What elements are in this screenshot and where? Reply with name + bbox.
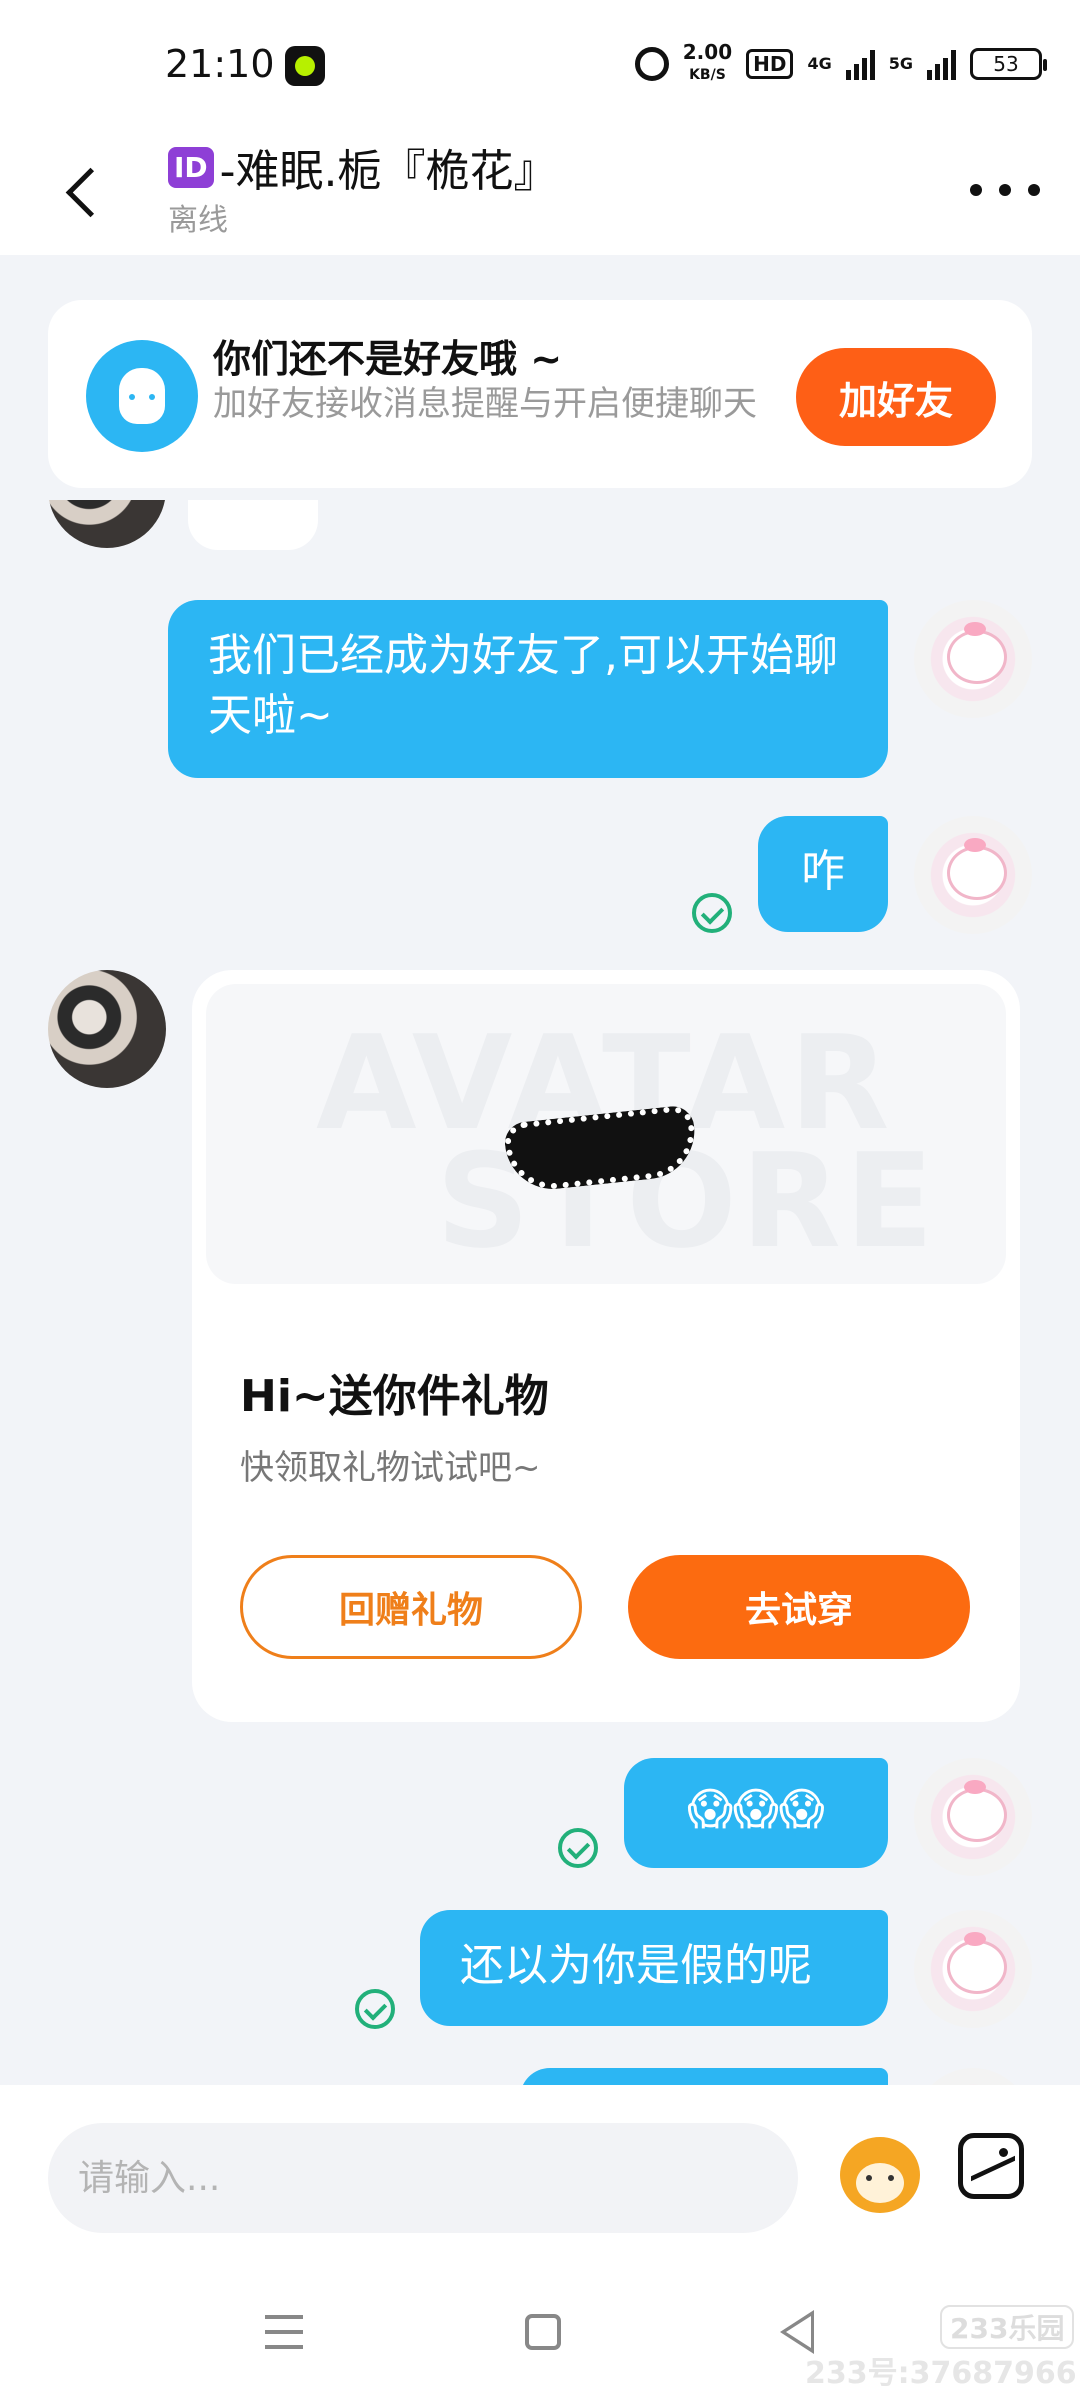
watermark-logo: 233乐园 (940, 2305, 1075, 2349)
message-bubble[interactable]: 😱😱😱 (624, 1758, 888, 1868)
gift-image: AVATAR STORE (206, 984, 1006, 1284)
banner-description: 加好友接收消息提醒与开启便捷聊天 (213, 384, 757, 424)
my-avatar[interactable] (914, 1910, 1032, 2028)
message-bubble[interactable]: 还以为你是假的呢 (420, 1910, 888, 2026)
signal-5g-label: 5G (888, 54, 913, 73)
message-bubble-partial (188, 500, 318, 550)
return-gift-button[interactable]: 回赠礼物 (240, 1555, 582, 1659)
read-check-icon (355, 1989, 395, 2029)
more-options-button[interactable] (970, 170, 1040, 210)
chat-title: ID -难眠.栀『桅花』 (168, 135, 558, 199)
net-speed: 2.00 KB/S (683, 42, 732, 85)
battery-icon: 53 (970, 47, 1047, 80)
gift-card[interactable]: AVATAR STORE Hi~送你件礼物 快领取礼物试试吧~ 回赠礼物 去试穿 (192, 970, 1020, 1722)
app-notification-icon (285, 46, 325, 86)
chat-header: ID -难眠.栀『桅花』 离线 (0, 130, 1080, 255)
home-icon[interactable] (525, 2314, 561, 2350)
image-icon[interactable] (958, 2133, 1024, 2199)
menu-icon[interactable] (265, 2315, 303, 2349)
banner-title: 你们还不是好友哦 ~ (213, 337, 563, 381)
status-time: 21:10 (165, 42, 275, 86)
my-avatar[interactable] (914, 600, 1032, 718)
message-input[interactable] (48, 2123, 798, 2233)
signal-4g-label: 4G (807, 54, 832, 73)
message-bubble[interactable]: 咋 (758, 816, 888, 932)
system-nav-bar: 233乐园 233号:37687966 (0, 2270, 1080, 2400)
hd-icon: HD (746, 48, 794, 79)
contact-name: -难眠.栀『桅花』 (219, 146, 558, 197)
my-avatar[interactable] (914, 816, 1032, 934)
contact-avatar[interactable] (48, 970, 166, 1088)
alarm-icon (634, 46, 669, 81)
signal-icon (845, 48, 875, 80)
online-status: 离线 (168, 203, 228, 238)
message-list[interactable]: 我们已经成为好友了,可以开始聊天啦~ 咋 AVATAR STORE Hi~送你件… (0, 500, 1080, 2085)
id-icon: ID (168, 146, 214, 188)
my-avatar[interactable] (914, 1758, 1032, 1876)
message-bubble-partial[interactable] (520, 2068, 888, 2085)
net-speed-value: 2.00 (682, 40, 733, 64)
wave-hand-icon (86, 340, 198, 452)
watermark-text: 233号:37687966 (805, 2356, 1077, 2391)
try-on-button[interactable]: 去试穿 (628, 1555, 970, 1659)
read-check-icon (692, 893, 732, 933)
my-avatar[interactable] (914, 2068, 1032, 2085)
signal-icon-2 (927, 48, 956, 80)
emoji-icon[interactable] (830, 2125, 930, 2225)
message-bubble[interactable]: 我们已经成为好友了,可以开始聊天啦~ (168, 600, 888, 778)
net-speed-unit: KB/S (689, 67, 726, 83)
status-icons: 2.00 KB/S HD 4G 5G 53 (634, 42, 1047, 85)
add-friend-button[interactable]: 加好友 (796, 348, 996, 446)
gift-description: 快领取礼物试试吧~ (240, 1448, 541, 1488)
input-bar (0, 2085, 1080, 2270)
read-check-icon (558, 1828, 598, 1868)
gift-title: Hi~送你件礼物 (240, 1371, 549, 1422)
contact-avatar[interactable] (48, 500, 166, 548)
status-bar: 21:10 2.00 KB/S HD 4G 5G 53 (0, 0, 1080, 130)
add-friend-banner: 你们还不是好友哦 ~ 加好友接收消息提醒与开启便捷聊天 加好友 (48, 300, 1032, 488)
back-button[interactable] (55, 155, 115, 225)
